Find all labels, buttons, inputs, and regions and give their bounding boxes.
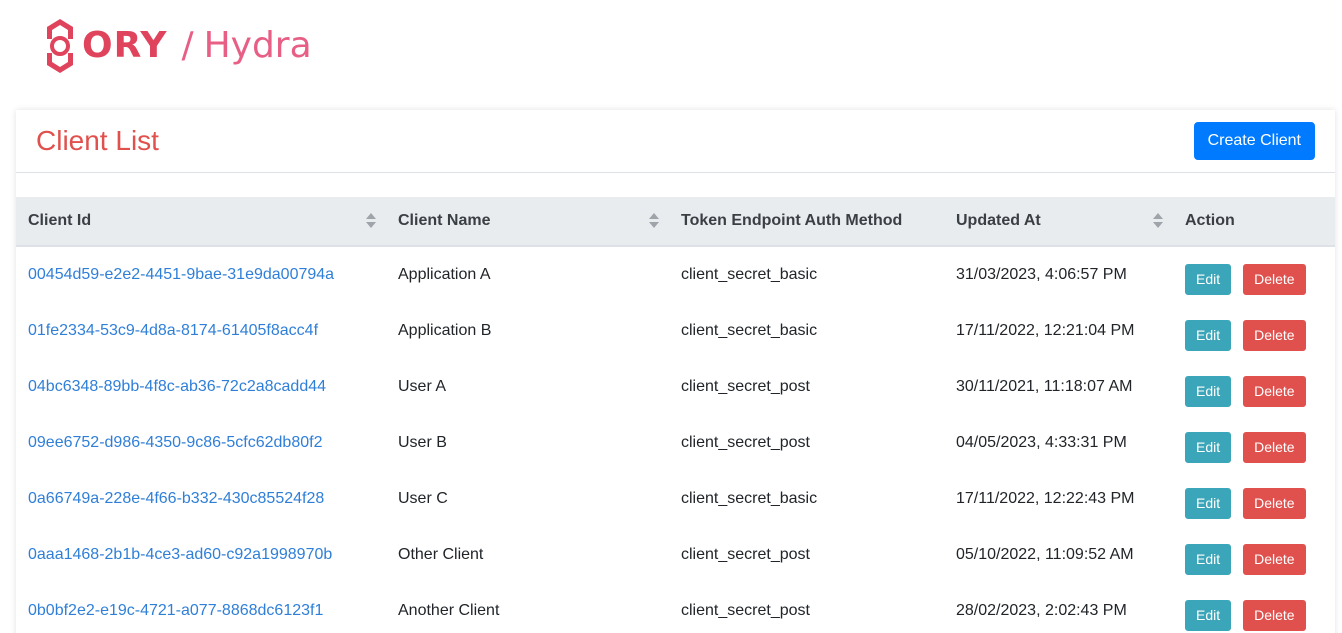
page: ORY / Hydra Client List Create Client Cl… xyxy=(0,0,1342,633)
client-name-cell: User A xyxy=(398,378,447,395)
ory-hexagon-icon xyxy=(47,19,73,73)
sort-icon[interactable] xyxy=(366,213,376,229)
updated-at-cell: 31/03/2023, 4:06:57 PM xyxy=(956,266,1127,283)
table-header-row: Client Id Client Name Token Endpoint Aut… xyxy=(16,197,1335,247)
column-header-client-id[interactable]: Client Id xyxy=(16,197,386,247)
updated-at-cell: 05/10/2022, 11:09:52 AM xyxy=(956,546,1134,563)
updated-at-cell: 30/11/2021, 11:18:07 AM xyxy=(956,378,1133,395)
ory-hydra-logo[interactable]: ORY / Hydra xyxy=(44,16,312,76)
page-title: Client List xyxy=(36,125,159,156)
delete-button[interactable]: Delete xyxy=(1243,431,1306,463)
delete-button[interactable]: Delete xyxy=(1243,263,1306,295)
client-table-body: 00454d59-e2e2-4451-9bae-31e9da00794a Appl… xyxy=(16,246,1335,633)
table-row: 0a66749a-228e-4f66-b332-430c85524f28 User… xyxy=(16,471,1335,527)
client-table: Client Id Client Name Token Endpoint Aut… xyxy=(16,197,1335,633)
client-id-cell: 04bc6348-89bb-4f8c-ab36-72c2a8cadd44 xyxy=(16,359,386,415)
client-id-link[interactable]: 04bc6348-89bb-4f8c-ab36-72c2a8cadd44 xyxy=(28,378,326,395)
create-client-button[interactable]: Create Client xyxy=(1193,122,1315,160)
action-cell: Edit Delete xyxy=(1173,303,1335,359)
auth-method-cell: client_secret_post xyxy=(681,434,810,451)
auth-method-cell: client_secret_basic xyxy=(681,490,818,507)
action-cell: Edit Delete xyxy=(1173,583,1335,633)
edit-button[interactable]: Edit xyxy=(1185,599,1232,631)
table-row: 09ee6752-d986-4350-9c86-5cfc62db80f2 User… xyxy=(16,415,1335,471)
column-header-updated-at[interactable]: Updated At xyxy=(944,197,1173,247)
action-cell: Edit Delete xyxy=(1173,471,1335,527)
client-name-cell: Other Client xyxy=(398,546,484,563)
client-id-cell: 0b0bf2e2-e19c-4721-a077-8868dc6123f1 xyxy=(16,583,386,633)
table-row: 01fe2334-53c9-4d8a-8174-61405f8acc4f Appl… xyxy=(16,303,1335,359)
table-row: 0b0bf2e2-e19c-4721-a077-8868dc6123f1 Anot… xyxy=(16,583,1335,633)
table-row: 0aaa1468-2b1b-4ce3-ad60-c92a1998970b Othe… xyxy=(16,527,1335,583)
column-header-label: Action xyxy=(1185,212,1235,229)
column-header-label: Client Name xyxy=(398,212,491,229)
updated-at-cell: 28/02/2023, 2:02:43 PM xyxy=(956,602,1127,619)
client-id-cell: 01fe2334-53c9-4d8a-8174-61405f8acc4f xyxy=(16,303,386,359)
edit-button[interactable]: Edit xyxy=(1185,431,1232,463)
client-name-cell: Another Client xyxy=(398,602,500,619)
client-id-link[interactable]: 09ee6752-d986-4350-9c86-5cfc62db80f2 xyxy=(28,434,322,451)
edit-button[interactable]: Edit xyxy=(1185,263,1232,295)
client-id-cell: 09ee6752-d986-4350-9c86-5cfc62db80f2 xyxy=(16,415,386,471)
delete-button[interactable]: Delete xyxy=(1243,543,1306,575)
column-header-label: Client Id xyxy=(28,212,92,229)
action-cell: Edit Delete xyxy=(1173,359,1335,415)
updated-at-cell: 17/11/2022, 12:21:04 PM xyxy=(956,322,1135,339)
auth-method-cell: client_secret_post xyxy=(681,602,810,619)
column-header-label: Updated At xyxy=(956,212,1041,229)
client-id-link[interactable]: 0a66749a-228e-4f66-b332-430c85524f28 xyxy=(28,490,324,507)
client-id-link[interactable]: 0aaa1468-2b1b-4ce3-ad60-c92a1998970b xyxy=(28,546,332,563)
client-id-link[interactable]: 00454d59-e2e2-4451-9bae-31e9da00794a xyxy=(28,266,334,283)
ory-brand-text: ORY xyxy=(82,25,168,66)
client-id-link[interactable]: 01fe2334-53c9-4d8a-8174-61405f8acc4f xyxy=(28,322,318,339)
client-id-cell: 0a66749a-228e-4f66-b332-430c85524f28 xyxy=(16,471,386,527)
delete-button[interactable]: Delete xyxy=(1243,319,1306,351)
logo-separator: / xyxy=(181,25,194,66)
column-header-auth-method: Token Endpoint Auth Method xyxy=(669,197,944,247)
client-id-cell: 0aaa1468-2b1b-4ce3-ad60-c92a1998970b xyxy=(16,527,386,583)
client-name-cell: Application B xyxy=(398,322,492,339)
client-name-cell: User B xyxy=(398,434,447,451)
client-name-cell: User C xyxy=(398,490,448,507)
card-header: Client List Create Client xyxy=(16,110,1335,173)
column-header-action: Action xyxy=(1173,197,1335,247)
column-header-client-name[interactable]: Client Name xyxy=(386,197,669,247)
product-name: Hydra xyxy=(203,25,312,66)
action-cell: Edit Delete xyxy=(1173,415,1335,471)
updated-at-cell: 04/05/2023, 4:33:31 PM xyxy=(956,434,1127,451)
table-row: 04bc6348-89bb-4f8c-ab36-72c2a8cadd44 User… xyxy=(16,359,1335,415)
client-id-link[interactable]: 0b0bf2e2-e19c-4721-a077-8868dc6123f1 xyxy=(28,602,323,619)
client-list-card: Client List Create Client Client Id Clie… xyxy=(16,110,1335,633)
edit-button[interactable]: Edit xyxy=(1185,319,1232,351)
action-cell: Edit Delete xyxy=(1173,527,1335,583)
edit-button[interactable]: Edit xyxy=(1185,375,1232,407)
client-table-wrapper: Client Id Client Name Token Endpoint Aut… xyxy=(16,197,1335,633)
auth-method-cell: client_secret_basic xyxy=(681,266,818,283)
column-header-label: Token Endpoint Auth Method xyxy=(681,212,903,229)
delete-button[interactable]: Delete xyxy=(1243,375,1306,407)
updated-at-cell: 17/11/2022, 12:22:43 PM xyxy=(956,490,1135,507)
edit-button[interactable]: Edit xyxy=(1185,487,1232,519)
client-id-cell: 00454d59-e2e2-4451-9bae-31e9da00794a xyxy=(16,246,386,303)
delete-button[interactable]: Delete xyxy=(1243,599,1306,631)
auth-method-cell: client_secret_post xyxy=(681,378,810,395)
table-row: 00454d59-e2e2-4451-9bae-31e9da00794a Appl… xyxy=(16,246,1335,303)
sort-icon[interactable] xyxy=(649,213,659,229)
client-name-cell: Application A xyxy=(398,266,491,283)
auth-method-cell: client_secret_basic xyxy=(681,322,818,339)
delete-button[interactable]: Delete xyxy=(1243,487,1306,519)
auth-method-cell: client_secret_post xyxy=(681,546,810,563)
edit-button[interactable]: Edit xyxy=(1185,543,1232,575)
action-cell: Edit Delete xyxy=(1173,246,1335,303)
sort-icon[interactable] xyxy=(1153,213,1163,229)
